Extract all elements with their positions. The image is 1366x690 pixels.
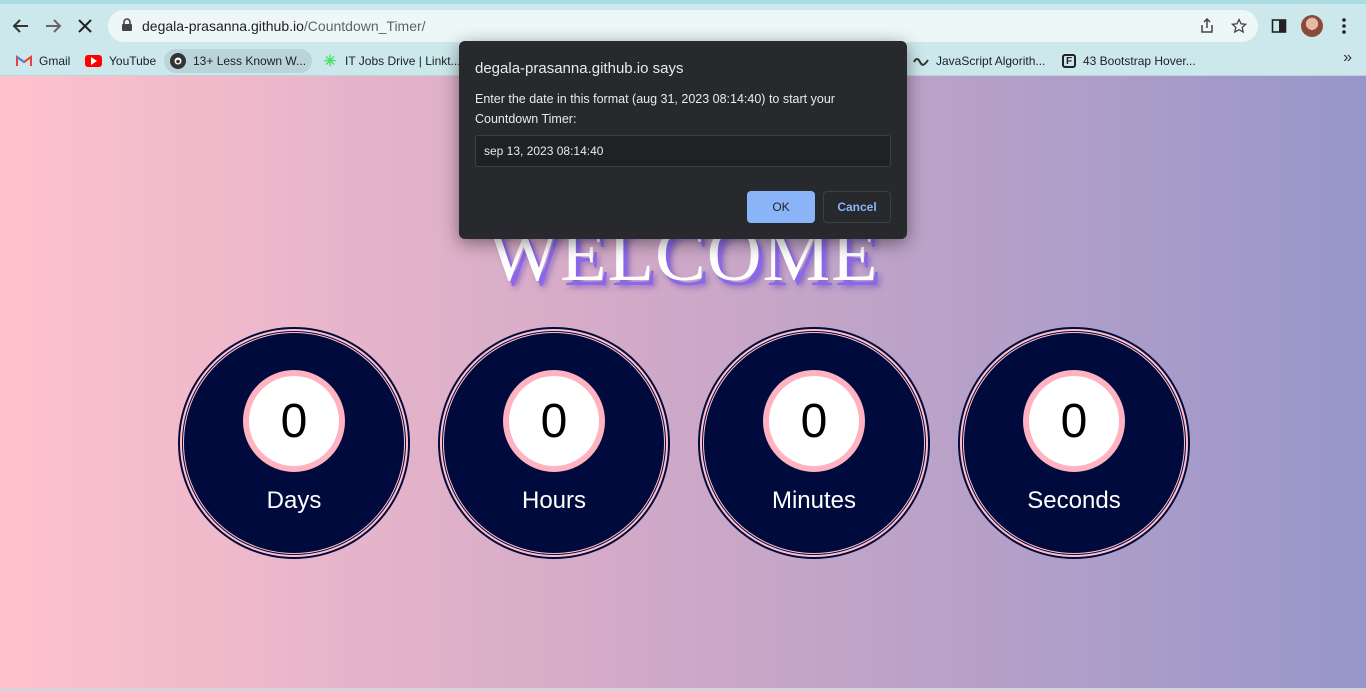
dialog-message: Enter the date in this format (aug 31, 2… (475, 92, 835, 126)
profile-avatar[interactable] (1300, 14, 1324, 38)
cancel-button[interactable]: Cancel (823, 191, 891, 223)
wave-icon (913, 53, 929, 69)
bookmark-label: Gmail (39, 54, 71, 68)
days-value: 0 (243, 370, 345, 472)
hours-value: 0 (503, 370, 605, 472)
bookmark-label: JavaScript Algorith... (936, 54, 1046, 68)
prompt-dialog: degala-prasanna.github.io says Enter the… (459, 41, 907, 239)
github-icon (170, 53, 186, 69)
bookmark-label: YouTube (109, 54, 157, 68)
sidepanel-icon[interactable] (1267, 14, 1291, 38)
hours-label: Hours (521, 487, 587, 514)
bookmark-label: 43 Bootstrap Hover... (1083, 54, 1196, 68)
address-bar[interactable]: degala-prasanna.github.io/Countdown_Time… (108, 10, 1258, 42)
days-label: Days (266, 487, 322, 514)
url-path: /Countdown_Timer/ (303, 18, 426, 34)
back-arrow-icon[interactable] (8, 13, 34, 39)
f-icon: F (1062, 54, 1076, 68)
more-bookmarks-chevron-icon[interactable]: » (1343, 49, 1352, 67)
linktree-icon: ✳ (323, 53, 337, 70)
url-text[interactable]: degala-prasanna.github.io/Countdown_Time… (142, 18, 426, 34)
bookmark-label: IT Jobs Drive | Linkt... (345, 54, 461, 68)
bookmark-youtube[interactable]: YouTube (79, 49, 162, 73)
kebab-menu-icon[interactable] (1332, 14, 1356, 38)
lock-icon[interactable] (120, 18, 134, 32)
seconds-value: 0 (1023, 370, 1125, 472)
stop-loading-icon[interactable] (72, 13, 98, 39)
bookmark-label: 13+ Less Known W... (193, 54, 307, 68)
browser-toolbar: degala-prasanna.github.io/Countdown_Time… (0, 0, 1366, 44)
timer-hours: 0 Hours (440, 329, 668, 557)
bookmark-bootstrap[interactable]: F 43 Bootstrap Hover... (1056, 49, 1202, 73)
seconds-label: Seconds (1027, 487, 1121, 514)
bookmark-it-jobs[interactable]: ✳ IT Jobs Drive | Linkt... (316, 49, 467, 73)
minutes-value: 0 (763, 370, 865, 472)
timer-days: 0 Days (180, 329, 408, 557)
share-icon[interactable] (1198, 17, 1216, 35)
forward-arrow-icon[interactable] (40, 13, 66, 39)
bookmark-gmail[interactable]: Gmail (10, 49, 76, 73)
bookmark-javascript[interactable]: JavaScript Algorith... (907, 49, 1051, 73)
dialog-title: degala-prasanna.github.io says (475, 60, 684, 77)
url-host: degala-prasanna.github.io (142, 18, 304, 34)
avatar (1301, 15, 1323, 37)
bookmark-less-known[interactable]: 13+ Less Known W... (164, 49, 313, 73)
youtube-icon (85, 55, 102, 67)
timer-row: 0 Days 0 Hours 0 Minutes 0 Seconds (0, 329, 1366, 559)
star-icon[interactable] (1230, 17, 1248, 35)
timer-seconds: 0 Seconds (960, 329, 1188, 557)
date-input[interactable]: sep 13, 2023 08:14:40 (475, 135, 891, 167)
gmail-icon (16, 53, 32, 69)
timer-minutes: 0 Minutes (700, 329, 928, 557)
ok-button[interactable]: OK (747, 191, 815, 223)
minutes-label: Minutes (771, 487, 857, 514)
